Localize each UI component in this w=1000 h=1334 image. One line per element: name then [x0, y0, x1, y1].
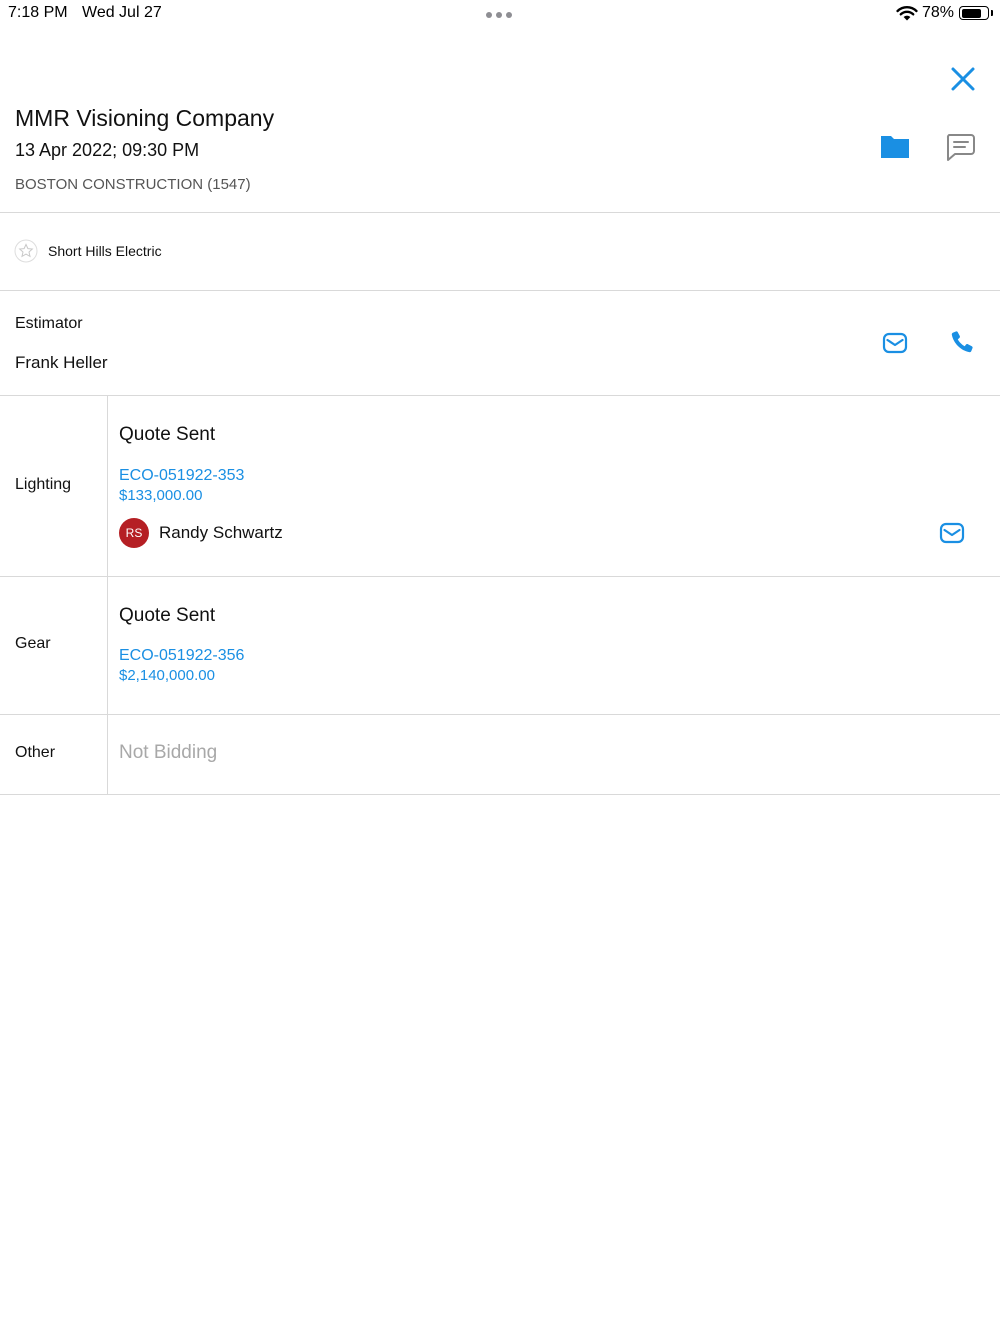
bid-row-other: Other Not Bidding: [0, 715, 1000, 795]
bid-date-time: 13 Apr 2022; 09:30 PM: [15, 140, 200, 160]
star-icon[interactable]: [14, 239, 38, 263]
company-name: MMR Visioning Company: [15, 105, 275, 131]
mail-icon[interactable]: [881, 329, 909, 357]
close-icon[interactable]: [946, 62, 980, 96]
quote-link[interactable]: ECO-051922-353: [119, 467, 244, 485]
contractor-name: Short Hills Electric: [48, 243, 162, 259]
bid-row-gear: Gear Quote Sent ECO-051922-356 $2,140,00…: [0, 577, 1000, 715]
phone-icon[interactable]: [948, 328, 976, 356]
battery-tip: [991, 10, 993, 16]
status-bar: 7:18 PM Wed Jul 27 78%: [0, 0, 1000, 30]
status-date: Wed Jul 27: [82, 4, 162, 21]
bid-category-cell: Lighting: [0, 396, 108, 576]
bid-category-cell: Gear: [0, 577, 108, 714]
bid-status-not-bidding: Not Bidding: [119, 742, 218, 763]
wifi-icon: [896, 6, 918, 21]
bid-category-lighting: Lighting: [15, 476, 72, 493]
bid-status: Quote Sent: [119, 605, 216, 626]
contractor-row[interactable]: Short Hills Electric: [0, 213, 1000, 291]
bid-details: Not Bidding: [108, 715, 1000, 794]
multitasking-dots-icon[interactable]: [486, 12, 512, 18]
quote-amount: $2,140,000.00: [119, 667, 215, 684]
bid-header: MMR Visioning Company 13 Apr 2022; 09:30…: [0, 100, 1000, 213]
bid-category-other: Other: [15, 744, 56, 761]
bid-details: Quote Sent ECO-051922-356 $2,140,000.00: [108, 577, 1000, 714]
bid-category-cell: Other: [0, 715, 108, 794]
battery-percentage: 78%: [922, 4, 955, 21]
estimator-label: Estimator: [15, 315, 83, 332]
estimator-name: Frank Heller: [15, 353, 108, 372]
quote-link[interactable]: ECO-051922-356: [119, 647, 244, 665]
folder-icon[interactable]: [879, 130, 911, 162]
estimator-row: Estimator Frank Heller: [0, 291, 1000, 396]
avatar: RS: [119, 518, 149, 548]
bid-category-gear: Gear: [15, 635, 51, 652]
battery-icon: [959, 6, 989, 20]
bid-row-lighting: Lighting Quote Sent ECO-051922-353 $133,…: [0, 396, 1000, 577]
bid-status: Quote Sent: [119, 424, 216, 445]
project-name: BOSTON CONSTRUCTION (1547): [15, 176, 251, 193]
rep-name: Randy Schwartz: [159, 523, 283, 542]
quote-amount: $133,000.00: [119, 487, 203, 504]
mail-icon[interactable]: [938, 519, 966, 547]
chat-icon[interactable]: [943, 130, 977, 164]
status-time: 7:18 PM: [8, 4, 68, 21]
bid-details: Quote Sent ECO-051922-353 $133,000.00 RS…: [108, 396, 1000, 576]
